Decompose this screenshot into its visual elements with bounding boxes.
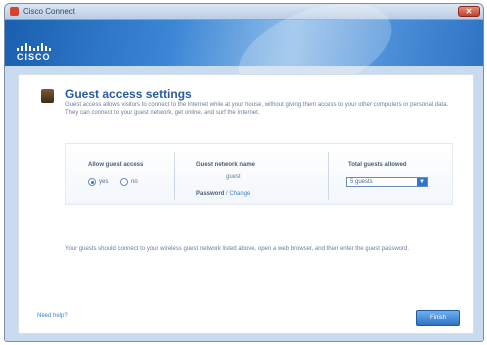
radio-no-dot[interactable] <box>120 178 128 186</box>
radio-no-label: no <box>131 179 138 185</box>
cisco-logo: CISCO <box>17 43 51 62</box>
guest-network-label: Guest network name <box>196 162 256 168</box>
app-icon <box>10 7 19 16</box>
finish-button[interactable]: Finish <box>416 310 460 326</box>
close-button[interactable]: ✕ <box>458 6 480 17</box>
column-divider <box>328 152 329 200</box>
instruction-text: Your guests should connect to your wirel… <box>65 246 409 252</box>
guest-access-icon <box>41 89 54 103</box>
total-guests-value: 5 guests <box>350 179 373 185</box>
title-bar: Cisco Connect ✕ <box>5 4 483 20</box>
page-description: Guest access allows visitors to connect … <box>65 102 449 116</box>
column-divider <box>174 152 175 200</box>
change-password-link[interactable]: Change <box>229 191 250 197</box>
total-guests-label: Total guests allowed <box>348 162 407 168</box>
window-title: Cisco Connect <box>23 7 76 16</box>
radio-no[interactable]: no <box>120 178 138 186</box>
total-guests-select[interactable]: 5 guests ▼ <box>346 177 428 187</box>
guest-network-name: guest <box>226 174 241 180</box>
password-label: Password <box>196 191 225 197</box>
page-title: Guest access settings <box>65 87 192 101</box>
radio-yes-dot[interactable] <box>88 178 96 186</box>
cisco-logo-text: CISCO <box>17 52 51 62</box>
header-banner: CISCO <box>5 4 483 115</box>
chevron-down-icon[interactable]: ▼ <box>417 178 427 186</box>
app-window: Cisco Connect ✕ CISCO Guest access setti… <box>4 3 484 342</box>
content-panel: Guest access settings Guest access allow… <box>18 74 474 334</box>
radio-yes[interactable]: yes <box>88 178 108 186</box>
settings-box: Allow guest access yes no Guest network … <box>65 143 453 205</box>
allow-guest-label: Allow guest access <box>88 162 144 168</box>
password-separator: / <box>226 191 228 197</box>
help-link[interactable]: Need help? <box>37 313 68 319</box>
radio-yes-label: yes <box>99 179 109 185</box>
password-row: Password / Change <box>196 191 250 197</box>
cisco-logo-bars-icon <box>17 43 51 51</box>
